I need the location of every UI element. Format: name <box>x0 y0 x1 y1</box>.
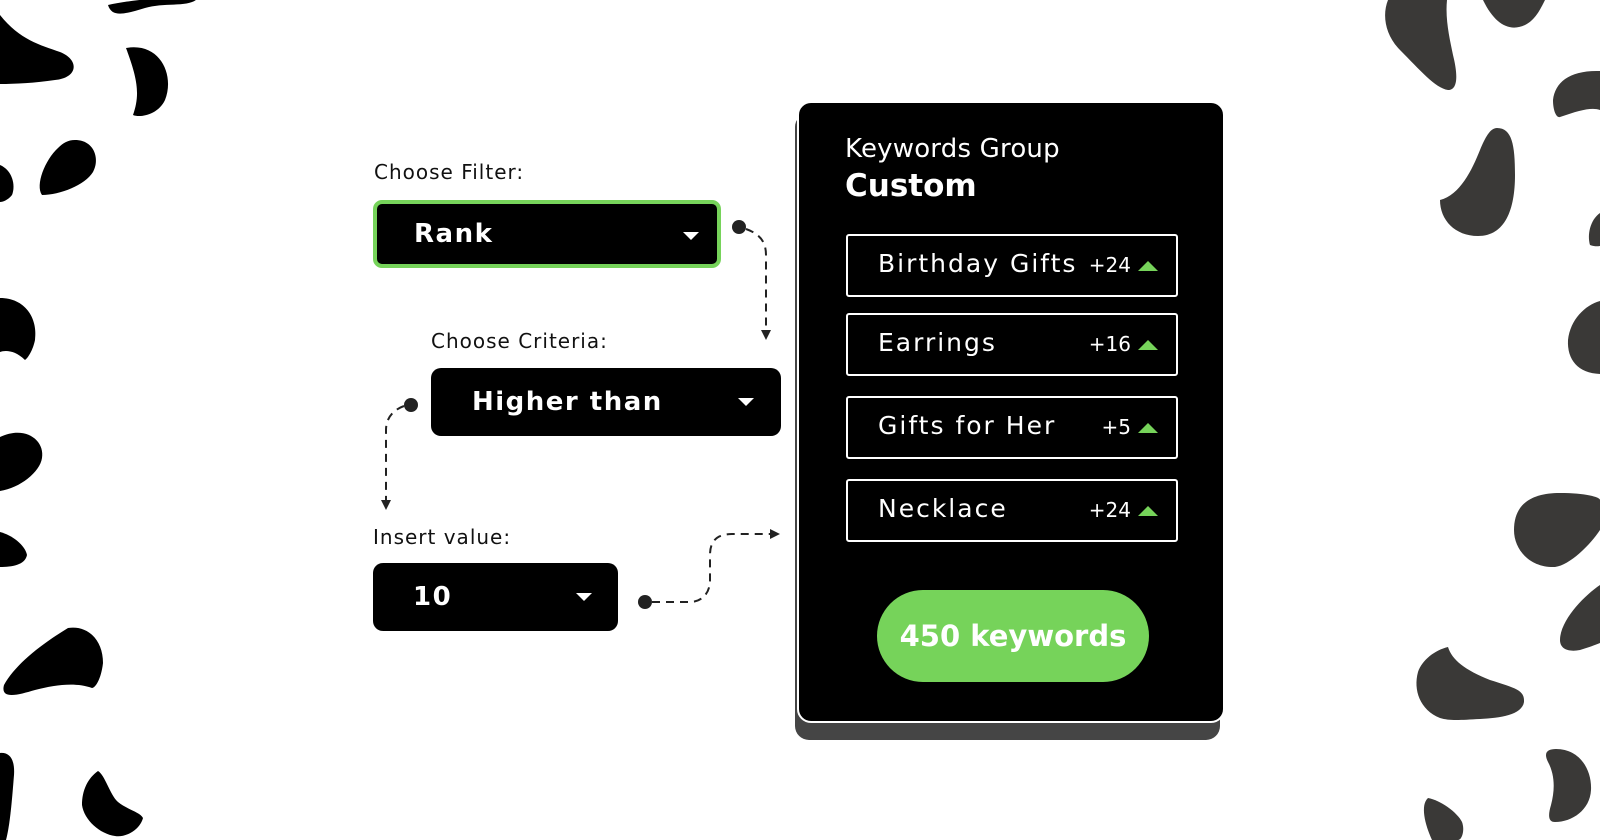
keyword-name: Necklace <box>878 494 1008 523</box>
criteria-dropdown-value: Higher than <box>472 387 663 417</box>
chevron-down-icon <box>576 593 592 601</box>
left-blob-group <box>0 0 196 840</box>
choose-criteria-label: Choose Criteria: <box>431 329 608 353</box>
filter-dropdown[interactable]: Rank <box>373 200 721 268</box>
value-dropdown-value: 10 <box>413 582 453 612</box>
keyword-row[interactable]: Necklace +24 <box>846 479 1178 542</box>
keyword-count-button[interactable]: 450 keywords <box>877 590 1149 682</box>
card-subtitle: Keywords Group <box>845 134 1060 164</box>
blob-shape <box>1588 213 1600 247</box>
blob-shape <box>1423 798 1464 840</box>
keyword-name: Birthday Gifts <box>878 249 1078 278</box>
keyword-row[interactable]: Earrings +16 <box>846 313 1178 376</box>
blob-shape <box>0 752 15 840</box>
keyword-row[interactable]: Gifts for Her +5 <box>846 396 1178 459</box>
keyword-row[interactable]: Birthday Gifts +24 <box>846 234 1178 297</box>
blob-shape <box>1545 749 1592 822</box>
keywords-group-card: Keywords Group Custom Birthday Gifts +24… <box>797 101 1225 723</box>
blob-shape <box>1567 301 1600 374</box>
blob-shape <box>1560 585 1600 651</box>
blob-shape <box>0 432 43 491</box>
blob-shape <box>0 15 74 84</box>
keyword-delta: +24 <box>1088 253 1131 277</box>
right-blob-group <box>1385 0 1600 840</box>
blob-shape <box>1416 647 1525 720</box>
choose-filter-label: Choose Filter: <box>374 160 525 184</box>
trend-up-icon <box>1138 506 1158 516</box>
blob-shape <box>1553 70 1600 118</box>
blob-shape <box>0 532 27 567</box>
blob-shape <box>1385 0 1457 90</box>
blob-shape <box>1483 0 1545 28</box>
blob-shape <box>3 627 104 695</box>
blob-shape <box>108 0 196 14</box>
blob-shape <box>0 165 14 202</box>
keyword-delta: +5 <box>1101 415 1131 439</box>
chevron-down-icon <box>683 232 699 240</box>
trend-up-icon <box>1138 423 1158 433</box>
trend-up-icon <box>1138 261 1158 271</box>
value-dropdown[interactable]: 10 <box>373 563 618 631</box>
keyword-delta: +24 <box>1088 498 1131 522</box>
blob-shape <box>1440 128 1515 236</box>
card-title: Custom <box>845 168 977 204</box>
blob-shape <box>126 47 169 117</box>
keyword-name: Gifts for Her <box>878 411 1057 440</box>
blob-shape <box>82 771 143 837</box>
blob-shape <box>39 140 96 195</box>
insert-value-label: Insert value: <box>373 525 512 549</box>
criteria-dropdown[interactable]: Higher than <box>431 368 781 436</box>
trend-up-icon <box>1138 340 1158 350</box>
keyword-delta: +16 <box>1088 332 1131 356</box>
filter-dropdown-value: Rank <box>414 219 494 249</box>
chevron-down-icon <box>738 398 754 406</box>
blob-shape <box>0 298 36 360</box>
blob-shape <box>1514 493 1600 568</box>
keyword-name: Earrings <box>878 328 997 357</box>
